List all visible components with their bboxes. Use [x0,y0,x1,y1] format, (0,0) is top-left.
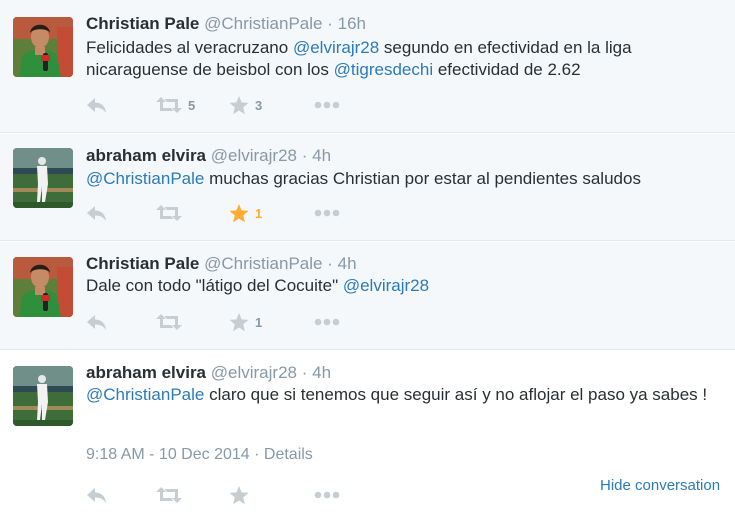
separator-dot: · [327,14,333,33]
star-icon [229,95,249,115]
more-button[interactable] [314,484,340,506]
reply-button[interactable] [86,94,108,116]
tweet-text-segment: claro que si tenemos que seguir así y no… [204,385,708,404]
favorite-count: 3 [255,97,263,113]
reply-icon [86,486,108,504]
retweet-icon [156,313,182,331]
mention-link[interactable]: @elvirajr28 [293,38,379,57]
timestamp[interactable]: 4h [312,146,331,165]
mention-link[interactable]: @tigresdechi [334,60,433,79]
timestamp[interactable]: 4h [312,363,331,382]
more-button[interactable] [314,311,340,333]
reply-button[interactable] [86,484,108,506]
retweet-button[interactable]: 5 [156,94,195,116]
retweet-button[interactable] [156,202,182,224]
separator-dot: · [327,254,333,273]
more-icon [314,491,340,499]
fullname[interactable]: Christian Pale [86,254,199,273]
tweet[interactable]: Christian Pale @ChristianPale · 16h Feli… [0,0,735,133]
more-icon [314,209,340,217]
separator-dot: · [301,146,308,165]
favorite-button[interactable]: 1 [229,202,262,224]
separator-dot: · [301,363,308,382]
reply-button[interactable] [86,311,108,333]
more-icon [314,318,340,326]
avatar[interactable] [13,17,73,77]
timestamp[interactable]: 16h [338,14,366,33]
more-button[interactable] [314,94,340,116]
avatar[interactable] [13,257,73,317]
fullname[interactable]: abraham elvira [86,146,206,165]
favorite-button[interactable] [229,484,249,506]
tweet-header: abraham elvira @elvirajr28 · 4h [86,146,331,166]
retweet-button[interactable] [156,311,182,333]
more-button[interactable] [314,202,340,224]
tweet-text: @ChristianPale muchas gracias Christian … [86,168,726,190]
handle[interactable]: @elvirajr28 [211,363,297,382]
avatar[interactable] [13,148,73,208]
handle[interactable]: @ChristianPale [204,254,322,273]
reply-icon [86,204,108,222]
handle[interactable]: @ChristianPale [204,14,322,33]
retweet-button[interactable] [156,484,182,506]
reply-icon [86,96,108,114]
timestamp[interactable]: 4h [338,254,357,273]
mention-link[interactable]: @ChristianPale [86,385,204,404]
separator-dot: · [254,446,260,463]
tweet-header: Christian Pale @ChristianPale · 16h [86,14,366,34]
tweet-text-segment: Dale con todo "látigo del Cocuite" [86,276,343,295]
favorite-count: 1 [255,314,263,330]
star-icon [229,485,249,505]
tweet-text-segment: efectividad de 2.62 [433,60,581,79]
hide-conversation-link[interactable]: Hide conversation [600,477,720,494]
tweet-header: Christian Pale @ChristianPale · 4h [86,254,357,274]
fullname[interactable]: Christian Pale [86,14,199,33]
tweet[interactable]: Christian Pale @ChristianPale · 4h Dale … [0,242,735,350]
details-link[interactable]: Details [264,446,313,463]
tweet-text: @ChristianPale claro que si tenemos que … [86,384,726,406]
tweet-text: Dale con todo "látigo del Cocuite" @elvi… [86,275,726,297]
star-icon [229,312,249,332]
tweet[interactable]: abraham elvira @elvirajr28 · 4h @Christi… [0,134,735,241]
avatar[interactable] [13,366,73,426]
handle[interactable]: @elvirajr28 [211,146,297,165]
tweet-header: abraham elvira @elvirajr28 · 4h [86,363,331,383]
tweet-detail-meta: 9:18 AM - 10 Dec 2014 · Details [86,446,313,464]
retweet-count: 5 [188,97,196,113]
mention-link[interactable]: @elvirajr28 [343,276,429,295]
tweet-text-segment: Felicidades al veracruzano [86,38,293,57]
fullname[interactable]: abraham elvira [86,363,206,382]
tweet-text-segment: muchas gracias Christian por estar al pe… [204,169,641,188]
full-timestamp: 9:18 AM - 10 Dec 2014 [86,446,250,463]
retweet-icon [156,486,182,504]
tweet-text: Felicidades al veracruzano @elvirajr28 s… [86,37,726,81]
retweet-icon [156,96,182,114]
reply-button[interactable] [86,202,108,224]
reply-icon [86,313,108,331]
more-icon [314,101,340,109]
star-icon [229,203,249,223]
favorite-button[interactable]: 1 [229,311,262,333]
favorite-count: 1 [255,205,263,221]
favorite-button[interactable]: 3 [229,94,262,116]
mention-link[interactable]: @ChristianPale [86,169,204,188]
retweet-icon [156,204,182,222]
